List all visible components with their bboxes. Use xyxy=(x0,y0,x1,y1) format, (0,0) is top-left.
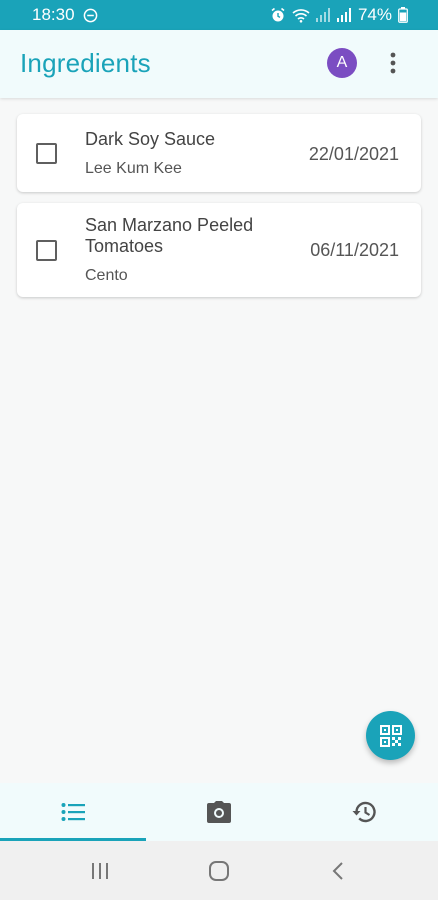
alarm-icon xyxy=(270,7,286,23)
ingredient-name: San Marzano Peeled Tomatoes xyxy=(85,215,254,256)
history-icon xyxy=(352,801,376,823)
ingredient-date: 06/11/2021 xyxy=(310,240,399,260)
bottom-nav xyxy=(0,783,438,841)
recents-icon xyxy=(91,862,108,879)
tab-history[interactable] xyxy=(292,783,438,841)
ingredient-brand: Cento xyxy=(85,267,128,284)
status-right: 74% xyxy=(270,5,408,25)
tab-list[interactable] xyxy=(0,783,146,841)
back-icon xyxy=(332,861,344,880)
ingredient-date: 22/01/2021 xyxy=(308,144,399,164)
do-not-disturb-icon xyxy=(83,8,98,23)
avatar[interactable]: A xyxy=(327,48,357,78)
battery-icon xyxy=(398,7,408,23)
page-title: Ingredients xyxy=(20,48,151,78)
app-bar: Ingredients A xyxy=(0,30,438,98)
system-nav xyxy=(0,841,438,900)
status-time: 18:30 xyxy=(32,5,75,24)
scan-qr-button[interactable] xyxy=(366,711,415,760)
camera-icon xyxy=(207,801,231,823)
list-icon xyxy=(61,803,85,821)
ingredient-brand: Lee Kum Kee xyxy=(85,160,182,177)
qr-code-icon xyxy=(379,724,402,747)
ingredient-checkbox[interactable] xyxy=(36,240,57,261)
battery-percent: 74% xyxy=(357,5,392,24)
ingredient-card[interactable]: Dark Soy Sauce Lee Kum Kee 22/01/2021 xyxy=(17,114,421,192)
signal-icon xyxy=(315,8,331,22)
ingredient-name: Dark Soy Sauce xyxy=(85,129,216,149)
more-vert-icon xyxy=(390,52,396,74)
overflow-menu-button[interactable] xyxy=(380,48,406,78)
signal-icon-2 xyxy=(336,8,352,22)
ingredient-list: Dark Soy Sauce Lee Kum Kee 22/01/2021 Sa… xyxy=(17,114,421,308)
avatar-initial: A xyxy=(336,54,348,71)
back-button[interactable] xyxy=(318,851,358,891)
wifi-icon xyxy=(292,8,310,23)
home-button[interactable] xyxy=(199,851,239,891)
tab-camera[interactable] xyxy=(146,783,292,841)
status-bar: 18:30 74% xyxy=(0,0,438,30)
screen: 18:30 74% Ingredients A Dark Soy Sauce L… xyxy=(0,0,438,900)
ingredient-card[interactable]: San Marzano Peeled Tomatoes Cento 06/11/… xyxy=(17,203,421,297)
status-left: 18:30 xyxy=(32,5,98,25)
ingredient-checkbox[interactable] xyxy=(36,143,57,164)
home-icon xyxy=(208,860,229,881)
recents-button[interactable] xyxy=(80,851,120,891)
